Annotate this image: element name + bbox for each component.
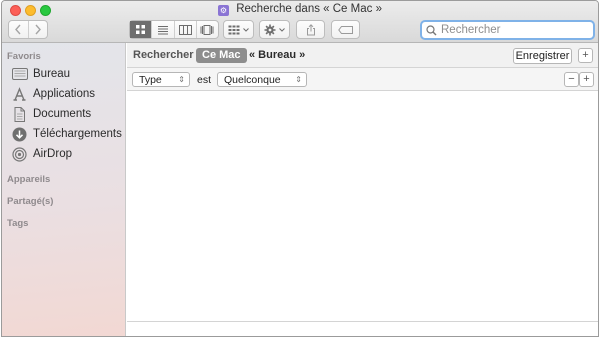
icon-view-icon xyxy=(136,25,146,34)
list-view-icon xyxy=(157,25,168,34)
updown-chevron-icon: ⇕ xyxy=(295,75,302,84)
titlebar: ⚙ Recherche dans « Ce Mac » xyxy=(2,1,598,43)
share-button[interactable] xyxy=(296,20,325,39)
search-field[interactable] xyxy=(420,20,595,40)
sidebar-item-label: AirDrop xyxy=(33,148,72,160)
sidebar-item-documents[interactable]: Documents xyxy=(11,105,91,123)
action-menu-button[interactable] xyxy=(259,20,290,39)
sidebar-item-label: Documents xyxy=(33,108,92,120)
desktop-icon xyxy=(11,67,28,82)
sidebar-item-label: Téléchargements xyxy=(33,128,122,140)
remove-criteria-button[interactable]: − xyxy=(564,72,579,87)
chevron-right-icon xyxy=(35,24,41,35)
airdrop-icon xyxy=(11,146,28,162)
search-scope-bar: Rechercher : Ce Mac « Bureau » Enregistr… xyxy=(127,43,598,68)
cover-flow-icon xyxy=(200,24,214,35)
search-input[interactable] xyxy=(441,24,591,36)
tag-button[interactable] xyxy=(331,20,360,39)
chevron-down-icon xyxy=(243,27,249,32)
cover-flow-view-button[interactable] xyxy=(195,21,218,38)
sidebar-section-shared: Partagé(s) xyxy=(7,196,54,207)
search-icon xyxy=(426,24,437,35)
nav-buttons xyxy=(8,20,48,39)
sidebar-section-devices: Appareils xyxy=(7,174,51,185)
window-title: Recherche dans « Ce Mac » xyxy=(236,3,382,15)
view-mode-selector xyxy=(129,20,219,39)
arrange-button[interactable] xyxy=(223,20,254,39)
scope-label: Rechercher : xyxy=(133,49,201,61)
back-button[interactable] xyxy=(9,21,28,38)
sidebar-section-tags: Tags xyxy=(7,218,29,229)
applications-icon xyxy=(11,86,28,102)
sidebar-item-airdrop[interactable]: AirDrop xyxy=(11,145,72,163)
chevron-down-icon xyxy=(279,27,285,32)
search-criteria-row: Type ⇕ est Quelconque ⇕ − + xyxy=(127,68,598,91)
column-view-button[interactable] xyxy=(173,21,196,38)
list-view-button[interactable] xyxy=(151,21,173,38)
add-criteria-button[interactable]: + xyxy=(578,48,593,63)
window-title-area: ⚙ Recherche dans « Ce Mac » xyxy=(2,3,598,16)
sidebar: Favoris Bureau Applications Documents Té… xyxy=(2,43,126,336)
status-bar xyxy=(127,321,598,336)
folder-search-icon: ⚙ xyxy=(218,5,230,16)
criteria-attribute-popup[interactable]: Type ⇕ xyxy=(132,72,190,87)
column-view-icon xyxy=(178,24,192,35)
chevron-left-icon xyxy=(15,24,22,35)
documents-icon xyxy=(11,106,28,122)
forward-button[interactable] xyxy=(27,21,47,38)
sidebar-item-label: Applications xyxy=(33,88,96,100)
finder-window: ⚙ Recherche dans « Ce Mac » Rechercher F… xyxy=(1,0,599,337)
gear-icon xyxy=(264,24,276,35)
share-icon xyxy=(306,23,315,35)
sidebar-item-applications[interactable]: Applications xyxy=(11,85,95,103)
search-results-area[interactable] xyxy=(127,92,598,321)
sidebar-section-favorites: Favoris xyxy=(7,51,41,62)
criteria-value: Quelconque xyxy=(224,73,281,86)
sidebar-item-label: Bureau xyxy=(33,68,71,80)
save-search-button[interactable]: Enregistrer xyxy=(513,48,572,64)
grid-arrange-icon xyxy=(228,25,240,34)
criteria-attribute-value: Type xyxy=(139,73,162,86)
updown-chevron-icon: ⇕ xyxy=(178,75,185,84)
icon-view-button[interactable] xyxy=(130,21,152,38)
criteria-value-popup[interactable]: Quelconque ⇕ xyxy=(217,72,307,87)
sidebar-item-telechargements[interactable]: Téléchargements xyxy=(11,125,122,143)
scope-this-mac-button[interactable]: Ce Mac xyxy=(196,48,247,63)
sidebar-item-bureau[interactable]: Bureau xyxy=(11,65,70,83)
downloads-icon xyxy=(11,127,28,142)
tag-icon xyxy=(337,25,353,34)
add-criteria-row-button[interactable]: + xyxy=(579,72,594,87)
criteria-operator: est xyxy=(197,74,212,86)
scope-bureau-button[interactable]: « Bureau » xyxy=(249,49,305,61)
